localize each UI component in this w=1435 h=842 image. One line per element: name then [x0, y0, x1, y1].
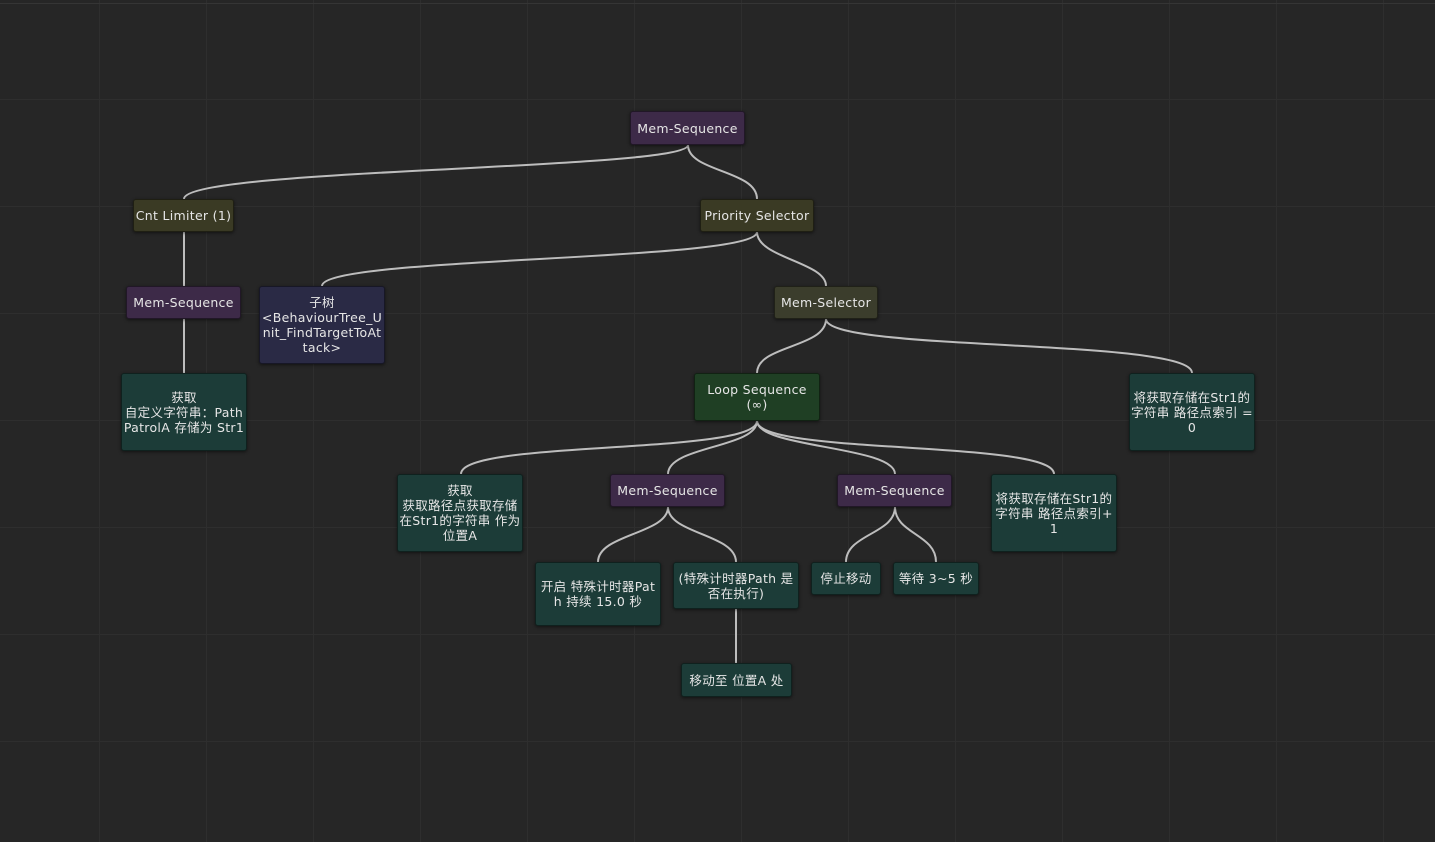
- node-left-mem-sequence[interactable]: Mem-Sequence: [126, 286, 241, 319]
- node-increment-waypoint-index[interactable]: 将获取存储在Str1的字符串 路径点索引+1: [991, 474, 1117, 552]
- node-get-waypoint[interactable]: 获取 获取路径点获取存储在Str1的字符串 作为 位置A: [397, 474, 523, 552]
- node-priority-selector[interactable]: Priority Selector: [700, 199, 814, 232]
- node-timer-mem-sequence[interactable]: Mem-Sequence: [610, 474, 725, 507]
- node-reset-waypoint-index[interactable]: 将获取存储在Str1的字符串 路径点索引 = 0: [1129, 373, 1255, 451]
- node-mem-selector[interactable]: Mem-Selector: [774, 286, 878, 319]
- node-root-mem-sequence[interactable]: Mem-Sequence: [630, 111, 745, 145]
- node-cnt-limiter[interactable]: Cnt Limiter (1): [133, 199, 234, 232]
- edge-loop-increment: [756, 420, 1055, 475]
- node-move-to[interactable]: 移动至 位置A 处: [681, 663, 792, 697]
- edge-priority-subtree: [321, 231, 758, 287]
- node-wait[interactable]: 等待 3~5 秒: [893, 562, 979, 595]
- node-stop-mem-sequence[interactable]: Mem-Sequence: [837, 474, 952, 507]
- edge-mem-selector-reset: [825, 318, 1193, 374]
- edge-root-cnt-limiter: [183, 144, 689, 200]
- edge-timer-seq-check: [667, 506, 737, 563]
- edge-stop-seq-wait: [894, 506, 937, 563]
- edge-stop-seq-stop-move: [845, 506, 896, 563]
- node-timer-running-check[interactable]: (特殊计时器Path 是否在执行): [673, 562, 799, 609]
- node-stop-move[interactable]: 停止移动: [811, 562, 881, 595]
- edge-mem-selector-loop: [756, 318, 827, 374]
- node-loop-sequence[interactable]: Loop Sequence (∞): [694, 373, 820, 421]
- edge-loop-stop-sequence: [756, 420, 896, 475]
- edge-root-priority-selector: [687, 144, 758, 200]
- node-start-timer[interactable]: 开启 特殊计时器Path 持续 15.0 秒: [535, 562, 661, 626]
- node-subtree[interactable]: 子树 <BehaviourTree_Unit_FindTargetToAttac…: [259, 286, 385, 364]
- node-get-custom-string[interactable]: 获取 自定义字符串：PathPatrolA 存储为 Str1: [121, 373, 247, 451]
- edge-timer-seq-start: [597, 506, 669, 563]
- edge-loop-timer-sequence: [667, 420, 758, 475]
- edge-priority-mem-selector: [756, 231, 827, 287]
